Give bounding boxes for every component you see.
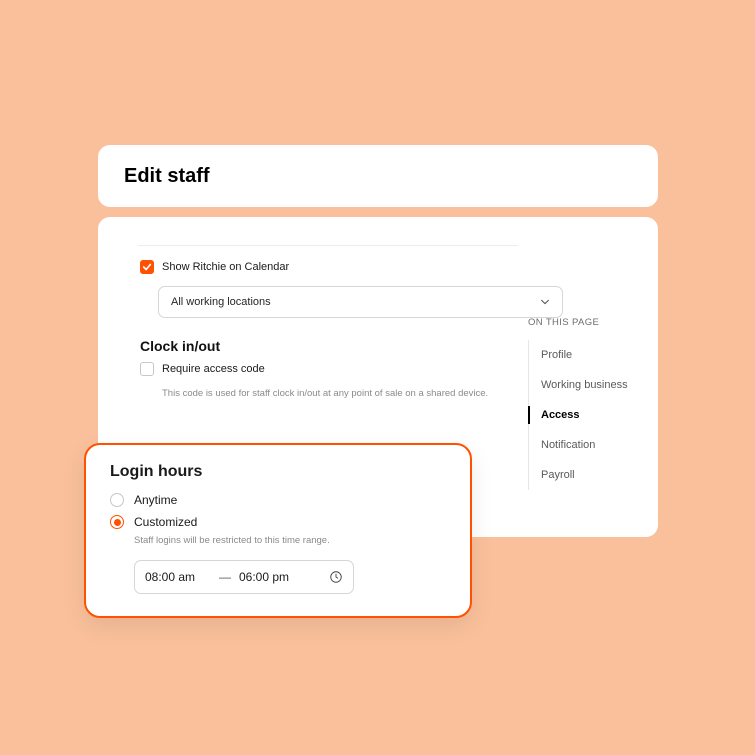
check-icon [142,262,152,272]
radio-customized[interactable] [110,515,124,529]
login-hours-help: Staff logins will be restricted to this … [134,535,444,546]
on-this-page-title: ON THIS PAGE [528,317,638,328]
onpage-item-access[interactable]: Access [529,400,638,430]
radio-anytime[interactable] [110,493,124,507]
onpage-item-payroll[interactable]: Payroll [529,460,638,490]
onpage-item-working-business[interactable]: Working business [529,370,638,400]
option-customized-row[interactable]: Customized [110,515,444,529]
locations-select[interactable]: All working locations [158,286,563,318]
on-this-page-list: Profile Working business Access Notifica… [528,340,638,490]
page-title: Edit staff [124,165,210,188]
option-customized-label: Customized [134,515,197,529]
header-card: Edit staff [98,145,658,207]
option-anytime-row[interactable]: Anytime [110,493,444,507]
time-start: 08:00 am [145,570,211,584]
show-on-calendar-checkbox[interactable] [140,260,154,274]
onpage-item-notification[interactable]: Notification [529,430,638,460]
show-on-calendar-row: Show Ritchie on Calendar [140,260,634,274]
show-on-calendar-label: Show Ritchie on Calendar [162,261,289,273]
login-hours-panel: Login hours Anytime Customized Staff log… [84,443,472,618]
onpage-item-profile[interactable]: Profile [529,340,638,370]
chevron-down-icon [540,297,550,307]
time-dash: — [219,570,231,584]
require-access-label: Require access code [162,363,265,375]
time-range-input[interactable]: 08:00 am — 06:00 pm [134,560,354,594]
clock-icon [329,570,343,584]
time-end: 06:00 pm [239,570,305,584]
locations-select-value: All working locations [171,296,271,308]
require-access-checkbox[interactable] [140,362,154,376]
on-this-page: ON THIS PAGE Profile Working business Ac… [528,317,638,490]
login-hours-title: Login hours [110,463,444,481]
option-anytime-label: Anytime [134,493,177,507]
divider [138,245,518,246]
